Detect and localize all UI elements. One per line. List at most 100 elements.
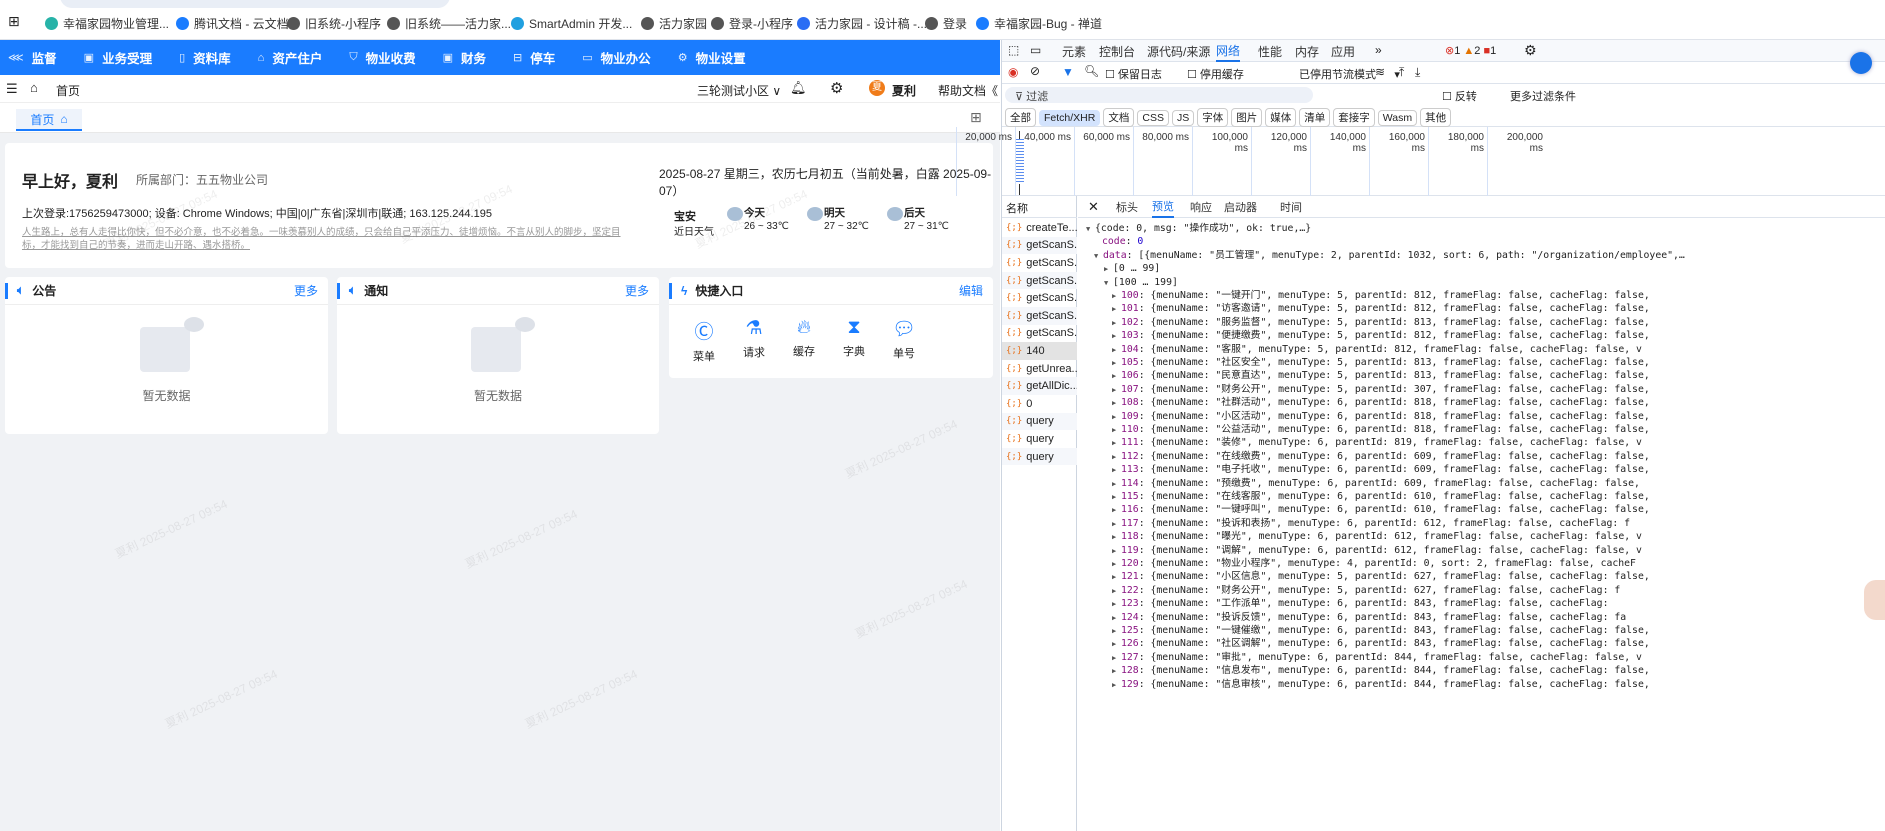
community-select[interactable]: 三轮测试小区 ∨ [697,82,781,99]
home-icon[interactable]: ⌂ [30,80,38,95]
assistant-float-icon[interactable] [1850,52,1872,74]
help-docs-link[interactable]: 帮助文档《 [938,82,998,99]
bookmark-item[interactable]: 登录-小程序 [711,15,793,32]
json-array-item[interactable]: ▶ 107: {menuName: "财务公开", menuType: 5, pa… [1112,383,1650,396]
request-row[interactable]: {;} getUnrea... [1002,360,1077,378]
json-array-item[interactable]: ▶ 125: {menuName: "一键催缴", menuType: 6, pa… [1112,624,1650,637]
bookmark-item[interactable]: 腾讯文档 - 云文档 [176,15,289,32]
bookmark-item[interactable]: 登录 [925,15,967,32]
breadcrumb[interactable]: 首页 [56,82,80,99]
json-array-item[interactable]: ▶ 115: {menuName: "在线客服", menuType: 6, pa… [1112,490,1650,503]
request-row[interactable]: {;}getScanS... [1002,325,1077,343]
json-array-item[interactable]: ▶ 105: {menuName: "社区安全", menuType: 5, pa… [1112,356,1650,369]
search-icon[interactable]: 🔍︎ [1084,64,1099,78]
json-group-0-99[interactable]: ▶ [0 … 99] [1104,262,1160,275]
edit-link[interactable]: 编辑 [959,282,983,299]
record-icon[interactable]: ◉ [1008,65,1018,79]
request-row[interactable]: {;} getAllDic... [1002,377,1077,395]
more-link[interactable]: 更多 [625,282,649,299]
quick-entry-item[interactable]: ⧗ 字典 [839,317,869,359]
type-filter-chip[interactable]: 全部 [1005,108,1036,127]
bookmark-item[interactable]: 旧系统——活力家... [387,15,511,32]
bookmark-item[interactable]: 活力家园 - 设计稿 -... [797,15,927,32]
devtools-tab[interactable]: 应用 [1331,40,1355,62]
json-group-100-199[interactable]: ▼ [100 … 199] [1104,276,1178,289]
type-filter-chip[interactable]: 其他 [1420,108,1452,127]
json-array-item[interactable]: ▶ 106: {menuName: "民意直达", menuType: 5, pa… [1112,369,1650,382]
json-array-item[interactable]: ▶ 124: {menuName: "投诉反馈", menuType: 6, pa… [1112,611,1626,624]
bookmark-item[interactable]: 旧系统-小程序 [287,15,381,32]
json-array-item[interactable]: ▶ 104: {menuName: "客服", menuType: 5, pare… [1112,343,1642,356]
json-array-item[interactable]: ▶ 117: {menuName: "投诉和表扬", menuType: 6, p… [1112,517,1630,530]
bookmark-item[interactable]: 幸福家园-Bug - 禅道 [976,15,1102,32]
request-row[interactable]: {;}getScanS... [1002,289,1077,307]
request-row[interactable]: {;}getScanS... [1002,254,1077,272]
device-icon[interactable]: ▭ [1030,43,1041,57]
nav-item[interactable]: ⌂ 资产住户 [258,48,323,67]
detail-tab[interactable]: 启动器 [1224,196,1257,218]
nav-item[interactable]: ▭ 物业办公 [582,48,650,67]
avatar-float-icon[interactable] [1864,580,1885,620]
detail-tab[interactable]: 响应 [1190,196,1212,218]
type-filter-chip[interactable]: Wasm [1377,110,1418,126]
nav-item[interactable]: ⛉ 物业收费 [349,48,415,67]
type-filter-chip[interactable]: 图片 [1231,108,1263,127]
json-array-item[interactable]: ▶ 108: {menuName: "社群活动", menuType: 6, pa… [1112,396,1650,409]
nav-item[interactable]: ▯ 资料库 [179,48,231,67]
type-filter-chip[interactable]: CSS [1137,110,1169,126]
type-filter-chip[interactable]: 套接字 [1333,108,1375,127]
request-row[interactable]: {;} 140 [1002,342,1077,360]
json-array-item[interactable]: ▶ 114: {menuName: "预缴费", menuType: 6, par… [1112,477,1640,490]
avatar[interactable]: 夏 [869,80,885,96]
json-array-item[interactable]: ▶ 103: {menuName: "便捷缴费", menuType: 5, pa… [1112,329,1650,342]
type-filter-chip[interactable]: 媒体 [1265,108,1297,127]
type-filter-chip[interactable]: 清单 [1299,108,1331,127]
json-array-item[interactable]: ▶ 126: {menuName: "社区调解", menuType: 6, pa… [1112,637,1650,650]
filter-icon[interactable]: ▼ [1062,65,1074,79]
json-array-item[interactable]: ▶ 122: {menuName: "财务公开", menuType: 5, pa… [1112,584,1620,597]
devtools-tab[interactable]: 控制台 [1099,40,1135,62]
nav-item[interactable]: ⋘ 监督 [8,48,57,67]
bookmark-item[interactable]: 幸福家园物业管理... [45,15,169,32]
bookmark-item[interactable]: 活力家园 [641,15,707,32]
devtools-tab[interactable]: 源代码/来源 [1147,40,1210,62]
gear-icon[interactable]: ⚙ [830,79,843,97]
type-filter-chip[interactable]: 字体 [1197,108,1229,127]
devtools-tab[interactable]: 性能 [1258,40,1282,62]
inspect-icon[interactable]: ⬚ [1008,43,1019,57]
json-array-item[interactable]: ▶ 129: {menuName: "信息审核", menuType: 6, pa… [1112,678,1650,691]
wifi-settings-icon[interactable]: ≋ [1375,65,1385,79]
json-array-item[interactable]: ▶ 100: {menuName: "一键开门", menuType: 5, pa… [1112,289,1650,302]
nav-item[interactable]: ▣ 财务 [443,48,486,67]
detail-tab[interactable]: 预览 [1152,196,1174,218]
user-name[interactable]: 夏利 [892,82,916,99]
request-row[interactable]: {;} createTe... [1002,219,1077,237]
download-icon[interactable]: ⤓ [1415,65,1420,80]
request-row[interactable]: {;} 0 [1002,395,1077,413]
nav-item[interactable]: ▣ 业务受理 [84,48,152,67]
type-filter-chip[interactable]: 文档 [1103,108,1135,127]
name-column-header[interactable]: 名称 [1006,200,1028,216]
tab-home[interactable]: 首页 ⌂ [16,109,82,131]
request-row[interactable]: {;}getScanS... [1002,307,1077,325]
close-icon[interactable]: ✕ [1088,199,1099,215]
devtools-tab[interactable]: 网络 [1216,40,1241,62]
more-tabs-icon[interactable]: » [1375,43,1382,57]
clear-icon[interactable]: ⊘ [1030,64,1040,78]
quick-entry-item[interactable]: 🔥︎ 缓存 [789,317,819,359]
type-filter-chip[interactable]: Fetch/XHR [1039,110,1101,126]
filter-input[interactable]: ⊽ 过滤 [1005,87,1313,103]
detail-tab[interactable]: 标头 [1116,196,1138,218]
request-row[interactable]: {;} query [1002,430,1077,448]
grid-icon[interactable]: ⊞ [970,109,982,126]
type-filter-chip[interactable]: JS [1171,110,1195,126]
json-array-item[interactable]: ▶ 120: {menuName: "物业小程序", menuType: 4, p… [1112,557,1636,570]
json-array-item[interactable]: ▶ 119: {menuName: "调解", menuType: 6, pare… [1112,544,1642,557]
devtools-tab[interactable]: 元素 [1062,40,1086,62]
json-array-item[interactable]: ▶ 121: {menuName: "小区信息", menuType: 5, pa… [1112,570,1650,583]
bell-icon[interactable]: 🔔︎ [790,80,807,96]
json-array-item[interactable]: ▶ 123: {menuName: "工作派单", menuType: 6, pa… [1112,597,1608,610]
json-root[interactable]: ▼ {code: 0, msg: "操作成功", ok: true,…} [1086,222,1311,235]
json-array-item[interactable]: ▶ 111: {menuName: "装修", menuType: 6, pare… [1112,436,1642,449]
quick-entry-item[interactable]: Ⓒ 菜单 [689,317,719,364]
